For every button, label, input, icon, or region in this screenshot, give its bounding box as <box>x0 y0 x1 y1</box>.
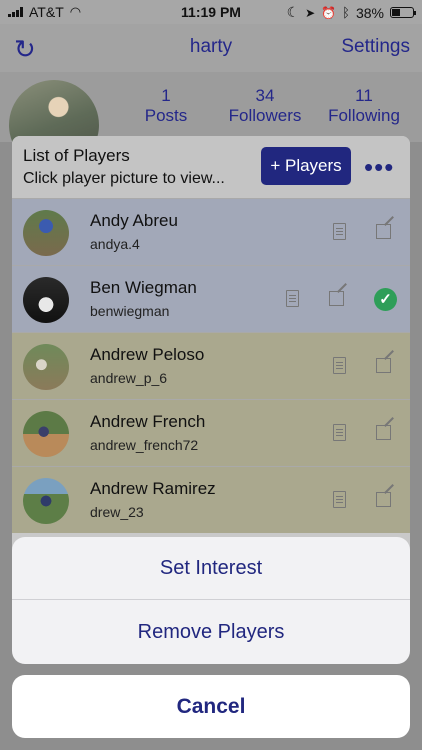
player-name: Andrew Ramirez <box>90 479 216 498</box>
add-players-button[interactable]: + Players <box>261 147 351 185</box>
player-row[interactable]: Andy Abreu andya.4 <box>12 198 410 265</box>
posts-stat[interactable]: 1 Posts <box>111 86 221 126</box>
player-row[interactable]: Andrew Ramirez drew_23 <box>12 466 410 533</box>
player-row[interactable]: Ben Wiegman benwiegman ✓ <box>12 265 410 332</box>
player-avatar[interactable] <box>23 210 69 256</box>
player-avatar[interactable] <box>23 344 69 390</box>
player-username: benwiegman <box>90 303 170 319</box>
location-icon: ➤ <box>305 5 316 20</box>
player-avatar[interactable] <box>23 478 69 524</box>
alarm-icon: ⏰ <box>321 5 337 20</box>
player-name: Ben Wiegman <box>90 278 197 297</box>
edit-icon[interactable] <box>376 425 391 440</box>
player-list-card: List of Players Click player picture to … <box>12 136 410 556</box>
player-avatar[interactable] <box>23 277 69 323</box>
set-interest-button[interactable]: Set Interest <box>12 537 410 600</box>
battery-percent: 38% <box>355 4 384 21</box>
following-label: Following <box>328 106 400 125</box>
document-icon[interactable] <box>333 223 346 240</box>
player-list-header: List of Players Click player picture to … <box>12 136 410 198</box>
bluetooth-icon: ᛒ <box>342 5 350 20</box>
player-list-title: List of Players <box>23 146 130 165</box>
edit-icon[interactable] <box>329 291 344 306</box>
edit-icon[interactable] <box>376 358 391 373</box>
player-username: andrew_french72 <box>90 437 199 453</box>
document-icon[interactable] <box>286 290 299 307</box>
following-stat[interactable]: 11 Following <box>309 86 419 126</box>
edit-icon[interactable] <box>376 492 391 507</box>
player-list-subtitle: Click player picture to view... <box>23 170 225 187</box>
battery-icon <box>390 7 416 18</box>
cancel-button[interactable]: Cancel <box>12 675 410 738</box>
player-avatar[interactable] <box>23 411 69 457</box>
player-name: Andy Abreu <box>90 211 178 230</box>
following-count: 11 <box>355 86 373 105</box>
player-row[interactable]: Andrew French andrew_french72 <box>12 399 410 466</box>
profile-section: 1 Posts 34 Followers 11 Following <box>0 72 422 170</box>
player-row[interactable]: Andrew Peloso andrew_p_6 <box>12 332 410 399</box>
nav-header: ↻ harty Settings <box>0 24 422 72</box>
settings-button[interactable]: Settings <box>341 36 410 58</box>
followers-label: Followers <box>228 106 302 125</box>
document-icon[interactable] <box>333 424 346 441</box>
player-name: Andrew French <box>90 412 206 431</box>
player-name: Andrew Peloso <box>90 345 205 364</box>
checkmark-icon[interactable]: ✓ <box>374 288 397 311</box>
followers-count: 34 <box>255 86 275 105</box>
action-sheet: Set Interest Remove Players <box>12 537 410 664</box>
remove-players-button[interactable]: Remove Players <box>12 601 410 664</box>
status-bar: AT&T ◠ 11:19 PM ☾ ➤ ⏰ ᛒ 38% <box>0 0 422 24</box>
edit-icon[interactable] <box>376 224 391 239</box>
more-options-icon[interactable]: ••• <box>364 152 394 183</box>
followers-stat[interactable]: 34 Followers <box>210 86 320 126</box>
player-username: andya.4 <box>90 236 140 252</box>
posts-count: 1 <box>161 86 171 105</box>
moon-icon: ☾ <box>286 4 300 20</box>
player-username: andrew_p_6 <box>90 370 168 386</box>
posts-label: Posts <box>144 106 188 125</box>
document-icon[interactable] <box>333 491 346 508</box>
player-username: drew_23 <box>90 504 144 520</box>
document-icon[interactable] <box>333 357 346 374</box>
